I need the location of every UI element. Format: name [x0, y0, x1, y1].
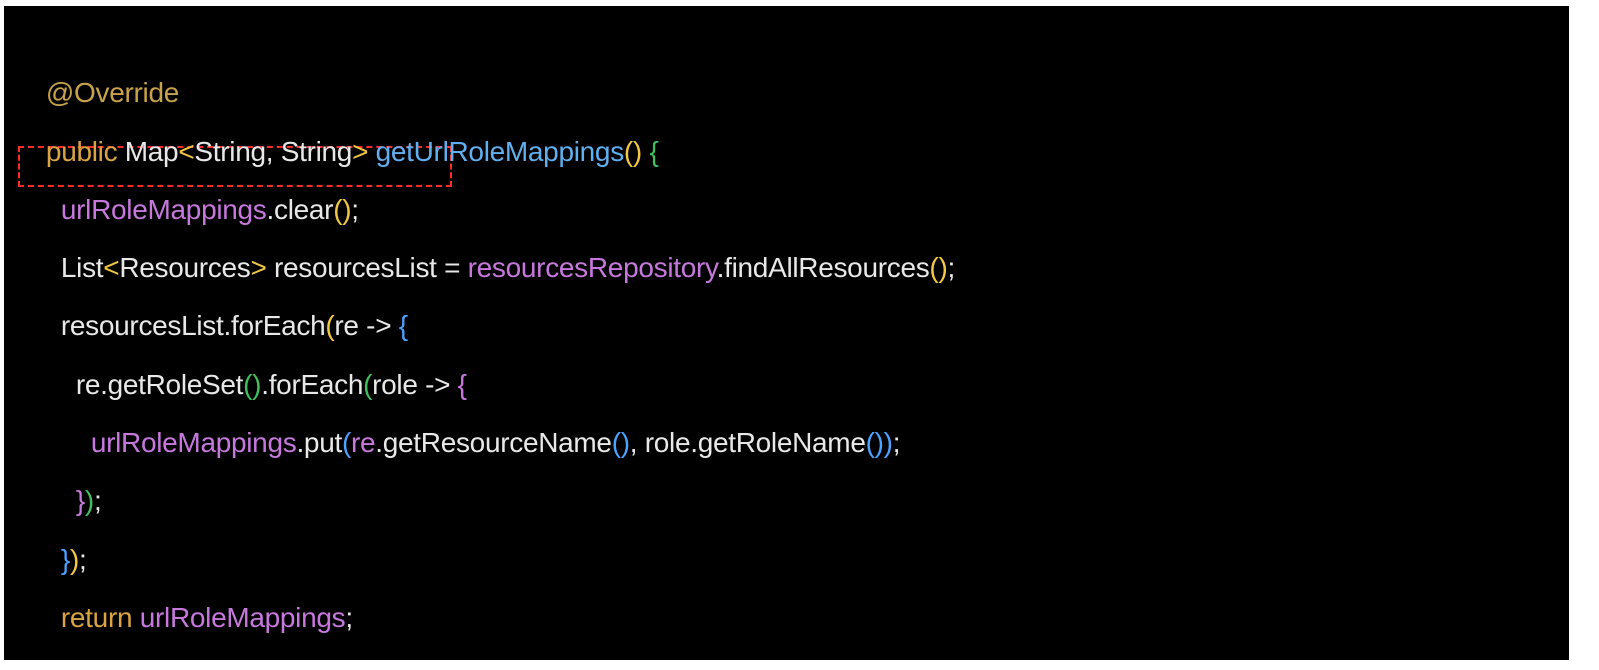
code-line-4: List<Resources> resourcesList = resource… [16, 202, 955, 283]
field-token: urlRoleMappings [90, 427, 297, 458]
code-line-7: urlRoleMappings.put(re.getResourceName()… [16, 377, 901, 458]
semicolon-token: ; [93, 485, 102, 516]
paren-token: () [865, 427, 884, 458]
code-line-9: }); [16, 494, 87, 575]
code-line-6: re.getRoleSet().forEach(role -> { [16, 319, 467, 400]
field-token: re [350, 427, 376, 458]
method-call-token: .findAllResources [716, 252, 930, 283]
paren-token: ) [883, 427, 893, 458]
keyword-token: return [60, 602, 133, 633]
semicolon-token: ; [892, 427, 901, 458]
paren-token: () [611, 427, 630, 458]
code-line-10: return urlRoleMappings; [16, 552, 353, 633]
field-token: resourcesRepository [467, 252, 717, 283]
paren-token: () [623, 136, 642, 167]
field-token: urlRoleMappings [139, 602, 346, 633]
code-line-1: @Override [16, 27, 179, 108]
code-line-5: resourcesList.forEach(re -> { [16, 260, 408, 341]
code-line-11: } [16, 606, 55, 660]
brace-token: { [649, 136, 659, 167]
semicolon-token: ; [345, 602, 353, 633]
paren-token: () [929, 252, 948, 283]
method-call-token: , role.getRoleName [629, 427, 866, 458]
brace-token: } [46, 656, 55, 660]
code-line-8: }); [16, 435, 102, 516]
paren-token: ( [341, 427, 351, 458]
code-editor: @Override public Map<String, String> get… [4, 6, 1569, 660]
semicolon-token: ; [947, 252, 955, 283]
method-call-token: .getResourceName [375, 427, 612, 458]
code-line-3: urlRoleMappings.clear(); [16, 144, 359, 225]
method-call-token: .put [296, 427, 342, 458]
method-token: getUrlRoleMappings [375, 136, 625, 167]
code-line-2: public Map<String, String> getUrlRoleMap… [16, 86, 659, 167]
